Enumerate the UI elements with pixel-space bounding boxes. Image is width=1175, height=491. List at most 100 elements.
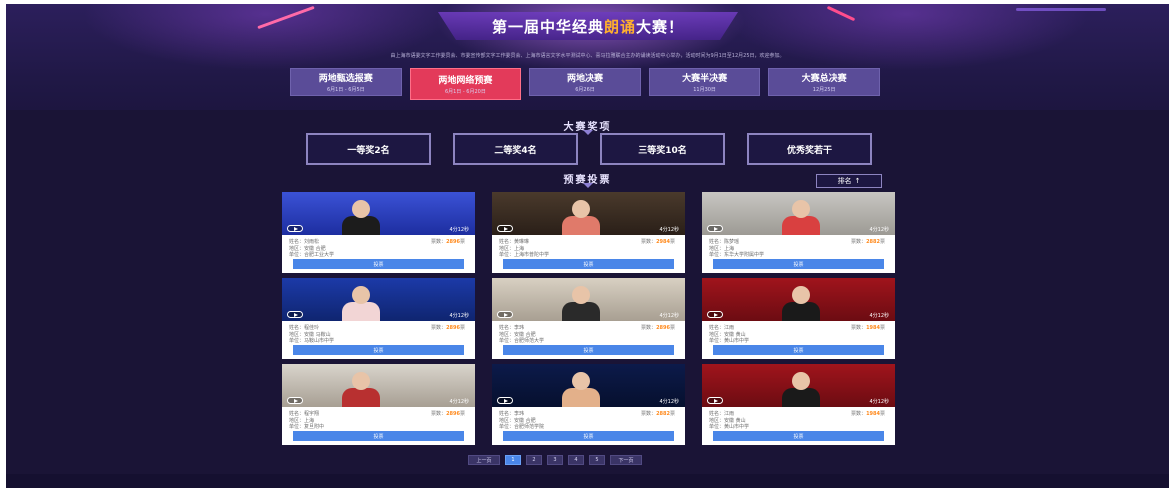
page-number-button[interactable]: 4 [568, 455, 584, 465]
entry-school-row: 单位：复旦附中 [289, 423, 324, 430]
play-icon[interactable] [707, 397, 723, 404]
vote-count: 票数：2896票 [431, 410, 465, 417]
school-label: 单位： [499, 424, 515, 430]
entry-school-row: 单位：黄山市中学 [709, 423, 749, 430]
stage-tab[interactable]: 大赛半决赛 11月30日 [648, 68, 761, 96]
page-frame: 第一届中华经典 朗诵 大赛！ 由上海市语委文字工作委员会、市委宣传部文字工作委员… [6, 4, 1169, 488]
video-thumbnail[interactable]: 4分12秒 [492, 364, 685, 407]
prev-page-button[interactable]: 上一页 [468, 455, 500, 465]
page-number-button[interactable]: 1 [505, 455, 521, 465]
votes-number: 1984 [866, 411, 880, 417]
school-label: 单位： [289, 424, 305, 430]
video-duration: 4分12秒 [449, 399, 469, 405]
vote-count: 票数：2896票 [641, 324, 675, 331]
performer-figure [782, 302, 820, 321]
school-label: 单位： [289, 338, 305, 344]
page-number-button[interactable]: 2 [526, 455, 542, 465]
play-icon[interactable] [707, 311, 723, 318]
performer-figure [562, 216, 600, 235]
caret-down-icon [583, 183, 593, 188]
performer-figure [562, 302, 600, 321]
page-number-button[interactable]: 5 [589, 455, 605, 465]
entry-school: 上海市普陀中学 [514, 252, 550, 258]
vote-button[interactable]: 投票 [713, 345, 884, 355]
votes-unit: 票 [669, 239, 675, 245]
stage-date: 12月25日 [812, 87, 836, 93]
stage-name: 两地网络预赛 [438, 76, 493, 86]
votes-number: 1984 [866, 325, 880, 331]
video-thumbnail[interactable]: 4分12秒 [702, 192, 895, 235]
votes-unit: 票 [879, 325, 885, 331]
entry-card: 4分12秒 姓名：江雨 票数：1984票 地区：安徽 黄山 单位：黄山市中学 投票 [702, 364, 895, 445]
vote-button[interactable]: 投票 [293, 259, 464, 269]
entry-name-row: 姓名：江雨 [709, 324, 734, 331]
vote-button[interactable]: 投票 [503, 431, 674, 441]
video-duration: 4分12秒 [449, 227, 469, 233]
play-icon[interactable] [497, 225, 513, 232]
entry-name-row: 姓名：李玮 [499, 324, 524, 331]
vote-count: 票数：2896票 [431, 324, 465, 331]
entry-grid: 4分12秒 姓名：刘雨松 票数：2896票 地区：安徽 合肥 单位：合肥工业大学 投票 4分… [282, 192, 897, 446]
stage-tab[interactable]: 大赛总决赛 12月25日 [768, 68, 880, 96]
votes-unit: 票 [459, 239, 465, 245]
school-label: 单位： [709, 252, 725, 258]
video-thumbnail[interactable]: 4分12秒 [492, 278, 685, 321]
school-label: 单位： [499, 338, 515, 344]
performer-figure [342, 388, 380, 407]
votes-unit: 票 [879, 239, 885, 245]
entry-school: 合肥工业大学 [304, 252, 335, 258]
votes-label: 票数： [431, 325, 447, 331]
video-thumbnail[interactable]: 4分12秒 [282, 192, 475, 235]
video-duration: 4分12秒 [659, 313, 679, 319]
video-thumbnail[interactable]: 4分12秒 [702, 364, 895, 407]
votes-number: 2896 [656, 325, 670, 331]
play-icon[interactable] [287, 311, 303, 318]
performer-figure [572, 200, 590, 218]
video-duration: 4分12秒 [869, 399, 889, 405]
stage-tab[interactable]: 两地网络预赛 6月1日 - 6月20日 [409, 68, 522, 100]
play-icon[interactable] [287, 397, 303, 404]
vote-button[interactable]: 投票 [503, 259, 674, 269]
vote-button[interactable]: 投票 [293, 345, 464, 355]
entry-name-row: 姓名：江雨 [709, 410, 734, 417]
stage-name: 大赛总决赛 [801, 74, 847, 84]
video-thumbnail[interactable]: 4分12秒 [282, 278, 475, 321]
next-page-button[interactable]: 下一页 [610, 455, 642, 465]
stage-tab[interactable]: 两地决赛 6月26日 [529, 68, 641, 96]
entry-card: 4分12秒 姓名：李玮 票数：2882票 地区：安徽 合肥 单位：合肥师范学院 投票 [492, 364, 685, 445]
entry-name-row: 姓名：程宇翔 [289, 410, 319, 417]
prize-box: 优秀奖若干 [747, 133, 872, 165]
play-icon[interactable] [287, 225, 303, 232]
entry-school-row: 单位：东华大学附属中学 [709, 251, 764, 258]
title-text-post: 大赛！ [636, 17, 685, 36]
video-thumbnail[interactable]: 4分12秒 [282, 364, 475, 407]
pagination: 上一页 1 2 3 4 5 下一页 [468, 455, 642, 465]
video-thumbnail[interactable]: 4分12秒 [702, 278, 895, 321]
video-duration: 4分12秒 [659, 399, 679, 405]
school-label: 单位： [499, 252, 515, 258]
title-text-highlight: 朗诵 [603, 17, 636, 36]
play-icon[interactable] [497, 397, 513, 404]
vote-button[interactable]: 投票 [713, 259, 884, 269]
votes-number: 2896 [446, 325, 460, 331]
stage-tab[interactable]: 两地甄选报赛 6月1日 - 6月5日 [290, 68, 402, 96]
play-icon[interactable] [707, 225, 723, 232]
page-number-button[interactable]: 3 [547, 455, 563, 465]
video-thumbnail[interactable]: 4分12秒 [492, 192, 685, 235]
vote-button[interactable]: 投票 [293, 431, 464, 441]
play-icon[interactable] [497, 311, 513, 318]
vote-count: 票数：1984票 [851, 410, 885, 417]
school-label: 单位： [709, 424, 725, 430]
performer-figure [782, 216, 820, 235]
stage-date: 6月1日 - 6月5日 [326, 87, 365, 93]
rank-sort-button[interactable]: 排名 ↑ [816, 174, 882, 188]
video-duration: 4分12秒 [869, 227, 889, 233]
entry-school-row: 单位：合肥师范学院 [499, 423, 544, 430]
prize-box: 三等奖10名 [600, 133, 725, 165]
school-label: 单位： [289, 252, 305, 258]
vote-button[interactable]: 投票 [503, 345, 674, 355]
votes-label: 票数： [641, 325, 657, 331]
vote-button[interactable]: 投票 [713, 431, 884, 441]
entry-name-row: 姓名：黄琳琳 [499, 238, 529, 245]
video-duration: 4分12秒 [869, 313, 889, 319]
